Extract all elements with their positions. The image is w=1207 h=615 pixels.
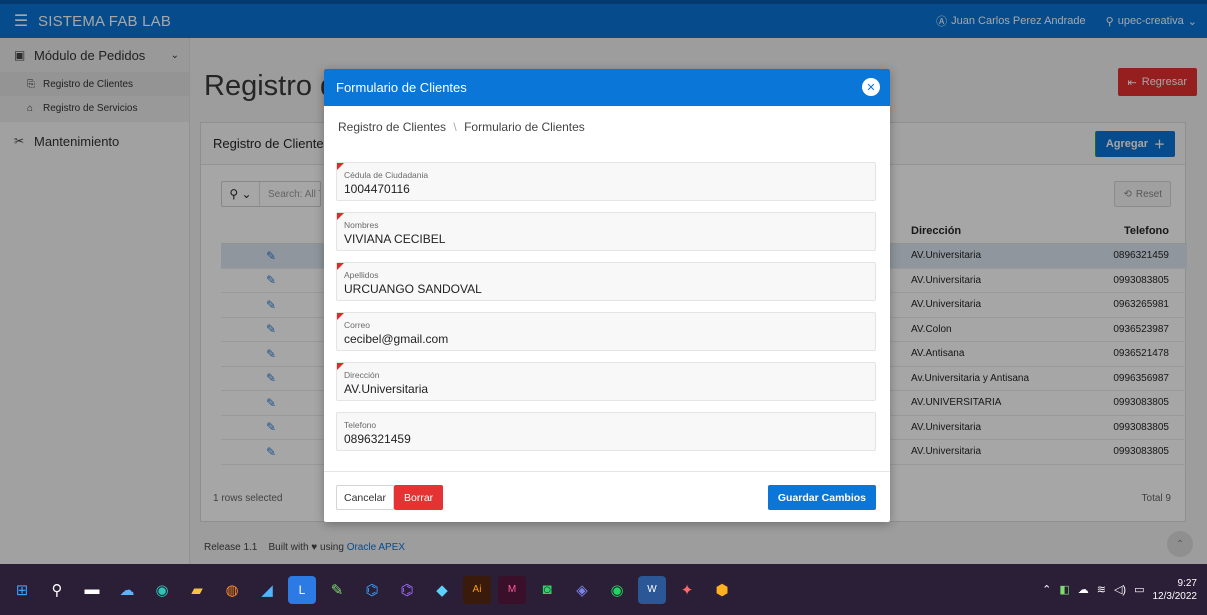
volume-icon[interactable]: ◁) <box>1114 583 1126 596</box>
vscode-icon[interactable]: ⌬ <box>358 576 386 604</box>
required-marker-icon <box>337 263 344 270</box>
chevron-up-icon[interactable]: ⌃ <box>1042 583 1051 596</box>
field-label: Cédula de Ciudadania <box>344 170 429 180</box>
windows-taskbar: ⊞ ⚲ ▬ ☁ ◉ ▰ ◍ ◢ L ✎ ⌬ ⌬ ◆ Ai M ◙ ◈ ◉ W ✦… <box>0 564 1207 615</box>
delete-button[interactable]: Borrar <box>394 485 444 510</box>
whatsapp-icon[interactable]: ◙ <box>533 576 561 604</box>
word-icon[interactable]: W <box>638 575 666 604</box>
system-tray: ⌃ ◧ ☁ ≋ ◁) ▭ 9:27 12/3/2022 <box>1042 577 1207 603</box>
db-app-icon[interactable]: ◆ <box>428 576 456 604</box>
field-label: Dirección <box>344 370 380 380</box>
field-label: Apellidos <box>344 270 379 280</box>
field-value[interactable]: 0896321459 <box>344 432 411 446</box>
cancel-button[interactable]: Cancelar <box>336 485 395 510</box>
l-app-icon[interactable]: L <box>288 575 316 604</box>
client-form-dialog: Formulario de Clientes ✕ Registro de Cli… <box>324 69 890 522</box>
spotify-icon[interactable]: ◉ <box>603 576 631 604</box>
required-marker-icon <box>337 363 344 370</box>
field-value[interactable]: 1004470116 <box>344 182 410 196</box>
field-label: Correo <box>344 320 370 330</box>
onedrive-icon[interactable]: ☁ <box>1078 583 1089 596</box>
required-marker-icon <box>337 313 344 320</box>
windows-start-icon[interactable]: ⊞ <box>8 576 36 604</box>
required-marker-icon <box>337 163 344 170</box>
pen-app-icon[interactable]: ✎ <box>323 576 351 604</box>
field-value[interactable]: VIVIANA CECIBEL <box>344 232 445 246</box>
form-field[interactable]: Nombres VIVIANA CECIBEL <box>336 212 876 251</box>
tray-app-icon[interactable]: ◧ <box>1059 583 1069 596</box>
breadcrumb-parent[interactable]: Registro de Clientes <box>338 120 446 134</box>
save-button[interactable]: Guardar Cambios <box>767 485 876 510</box>
task-view-icon[interactable]: ▬ <box>78 576 106 604</box>
breadcrumb-separator: \ <box>453 120 457 134</box>
required-marker-icon <box>337 213 344 220</box>
close-icon[interactable]: ✕ <box>862 78 880 96</box>
app-icon-3[interactable]: ⬢ <box>708 576 736 604</box>
form-field[interactable]: Apellidos URCUANGO SANDOVAL <box>336 262 876 301</box>
clock-time: 9:27 <box>1177 577 1197 589</box>
battery-icon[interactable]: ▭ <box>1134 583 1144 596</box>
clock[interactable]: 9:27 12/3/2022 <box>1153 577 1198 603</box>
search-icon[interactable]: ⚲ <box>43 576 71 604</box>
wifi-icon[interactable]: ≋ <box>1097 583 1106 596</box>
file-explorer-icon[interactable]: ▰ <box>183 576 211 604</box>
breadcrumb-current: Formulario de Clientes <box>464 120 585 134</box>
field-value[interactable]: cecibel@gmail.com <box>344 332 448 346</box>
form-field[interactable]: Telefono 0896321459 <box>336 412 876 451</box>
visual-studio-icon[interactable]: ⌬ <box>393 576 421 604</box>
dialog-footer: Cancelar Borrar Guardar Cambios <box>324 471 890 522</box>
illustrator-icon[interactable]: Ai <box>463 575 491 604</box>
breadcrumb: Registro de Clientes \ Formulario de Cli… <box>338 120 585 134</box>
manager-app-icon[interactable]: M <box>498 575 526 604</box>
firefox-icon[interactable]: ◍ <box>218 576 246 604</box>
form-field[interactable]: Cédula de Ciudadania 1004470116 <box>336 162 876 201</box>
clock-date: 12/3/2022 <box>1152 590 1198 602</box>
app-icon-2[interactable]: ✦ <box>673 576 701 604</box>
field-label: Nombres <box>344 220 379 230</box>
form-field[interactable]: Dirección AV.Universitaria <box>336 362 876 401</box>
form-field[interactable]: Correo cecibel@gmail.com <box>336 312 876 351</box>
edge-icon[interactable]: ◉ <box>148 576 176 604</box>
dialog-title: Formulario de Clientes <box>336 80 467 95</box>
app-icon[interactable]: ◢ <box>253 576 281 604</box>
field-value[interactable]: URCUANGO SANDOVAL <box>344 282 482 296</box>
cloud-icon[interactable]: ☁ <box>113 576 141 604</box>
teams-icon[interactable]: ◈ <box>568 576 596 604</box>
field-label: Telefono <box>344 420 377 430</box>
dialog-header: Formulario de Clientes <box>324 69 890 106</box>
field-value[interactable]: AV.Universitaria <box>344 382 428 396</box>
